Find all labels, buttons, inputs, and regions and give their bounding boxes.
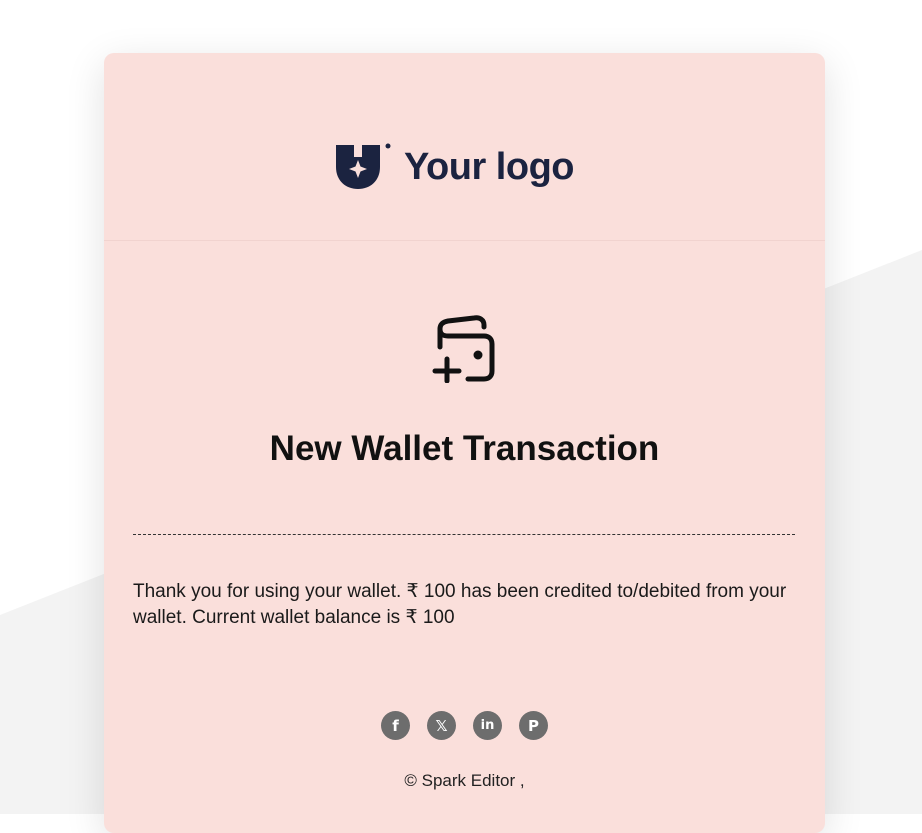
linkedin-icon[interactable]: in (473, 711, 502, 740)
email-card: Your logo New Wallet Transaction Thank y… (104, 53, 825, 833)
transaction-message: Thank you for using your wallet. ₹ 100 h… (133, 581, 787, 628)
pinterest-icon[interactable]: P (519, 711, 548, 740)
facebook-icon[interactable]: f (381, 711, 410, 740)
footer-copyright: © Spark Editor , (404, 771, 525, 790)
shield-star-logo-icon (336, 143, 391, 189)
wallet-plus-icon (432, 315, 495, 383)
divider (133, 534, 795, 535)
logo-header: Your logo (104, 53, 825, 241)
x-twitter-icon[interactable]: 𝕏 (427, 711, 456, 740)
brand-logo: Your logo (334, 143, 575, 191)
social-links: f 𝕏 in P (381, 711, 551, 741)
logo-text: Your logo (404, 145, 575, 188)
page-title: New Wallet Transaction (269, 429, 660, 468)
